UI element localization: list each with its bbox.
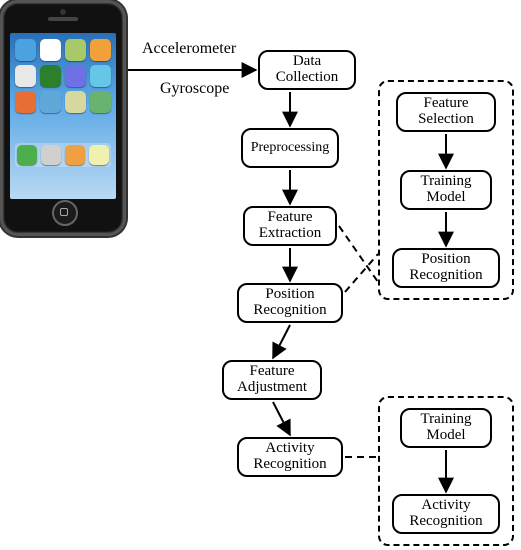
box-preprocessing: Preprocessing <box>241 128 339 168</box>
box-data-collection: Data Collection <box>258 50 356 90</box>
accelerometer-label: Accelerometer <box>142 40 236 58</box>
app-icon <box>90 39 111 61</box>
box-feature-selection: Feature Selection <box>396 92 496 132</box>
app-icon <box>15 65 36 87</box>
app-icon <box>65 39 86 61</box>
app-icon <box>15 91 36 113</box>
box-feature-adjustment: Feature Adjustment <box>222 360 322 400</box>
dock-app-icon <box>65 145 85 165</box>
dock-app-icon <box>89 145 109 165</box>
app-icon <box>90 91 111 113</box>
gyroscope-label: Gyroscope <box>160 80 229 98</box>
box-position-recognition-module: Position Recognition <box>392 248 500 288</box>
box-training-model-activity: Training Model <box>400 408 492 448</box>
app-icon <box>65 91 86 113</box>
app-icon <box>40 91 61 113</box>
home-button-icon <box>52 200 78 226</box>
dock-app-icon <box>41 145 61 165</box>
smartphone-illustration <box>0 0 126 236</box>
box-position-recognition: Position Recognition <box>237 283 343 323</box>
box-feature-extraction: Feature Extraction <box>243 206 337 246</box>
phone-dock <box>15 143 111 167</box>
app-icon <box>40 39 61 61</box>
app-icon <box>15 39 36 61</box>
box-activity-recognition: Activity Recognition <box>237 437 343 477</box>
app-icon <box>90 65 111 87</box>
dock-app-icon <box>17 145 37 165</box>
box-training-model-position: Training Model <box>400 170 492 210</box>
app-icon <box>40 65 61 87</box>
box-activity-recognition-module: Activity Recognition <box>392 494 500 534</box>
app-icon <box>65 65 86 87</box>
